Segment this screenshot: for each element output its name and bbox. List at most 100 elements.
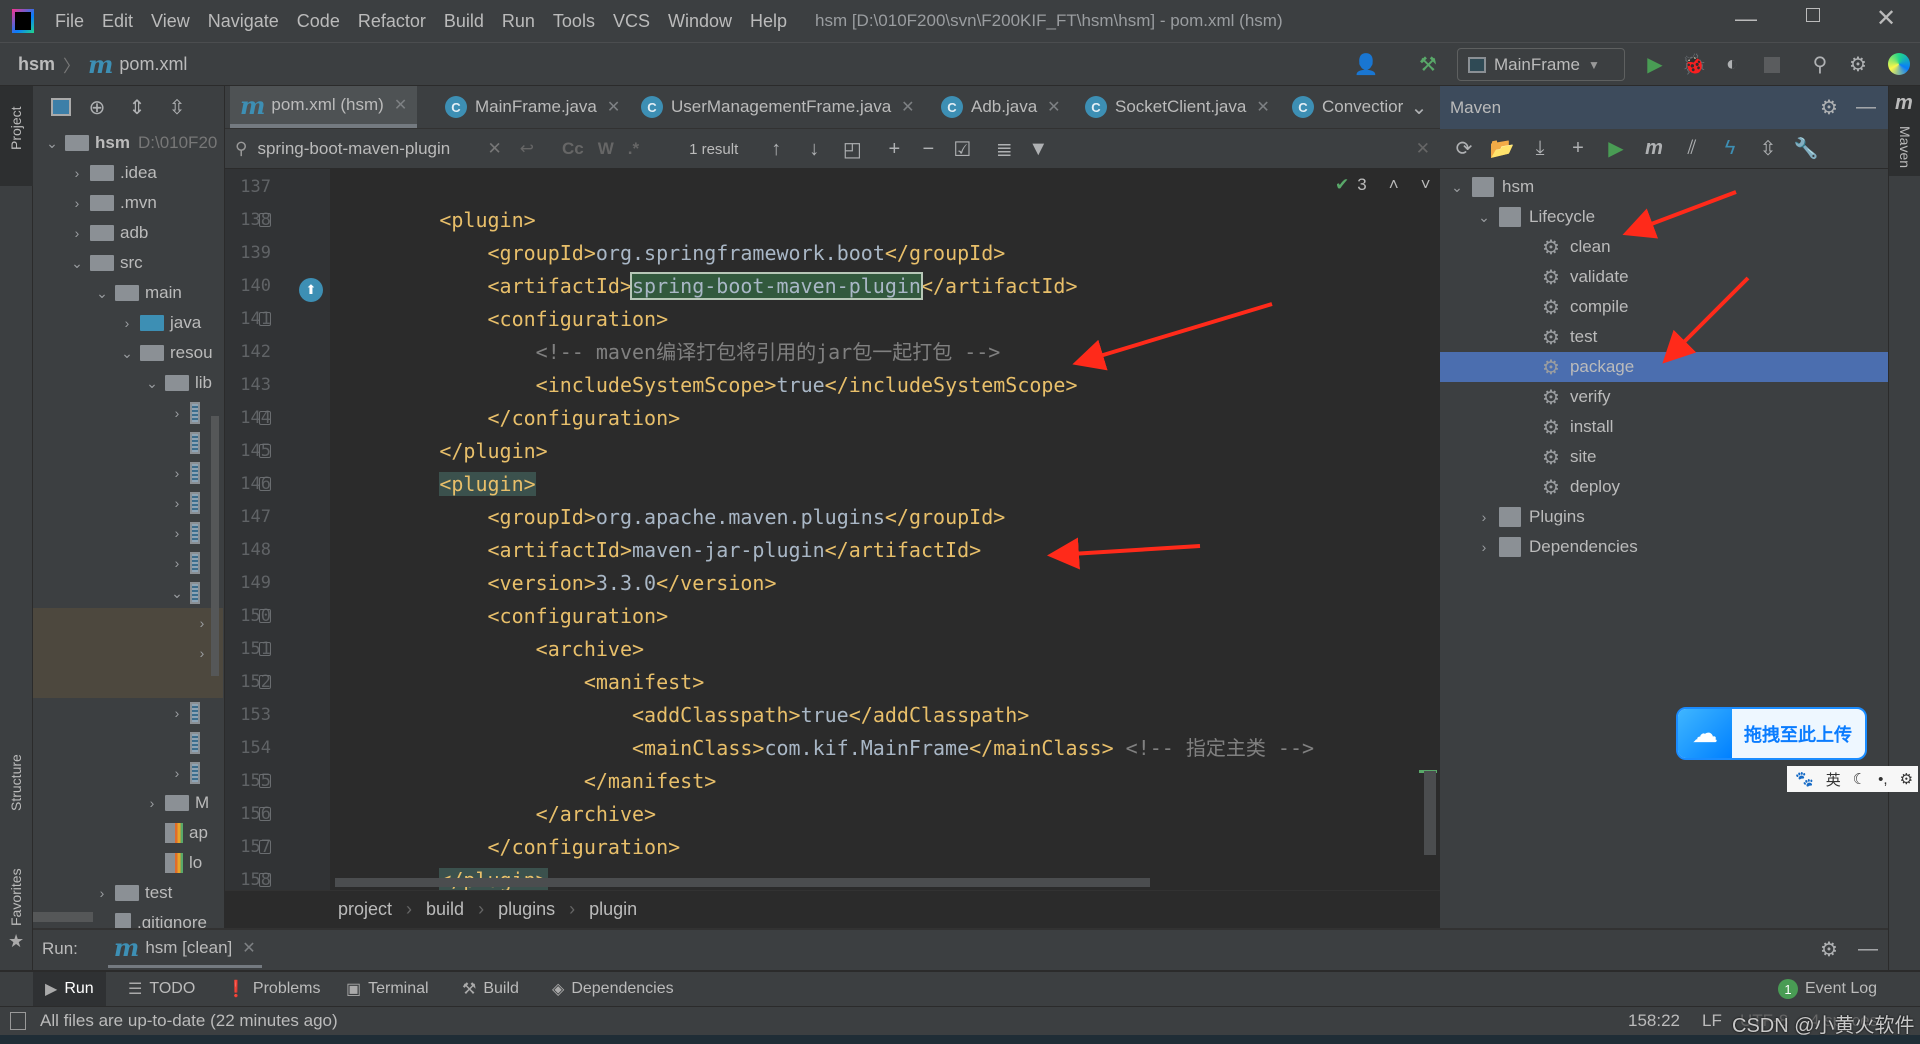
menu-navigate[interactable]: Navigate — [199, 11, 288, 32]
maven-settings-icon[interactable]: ⚙ — [1815, 93, 1843, 121]
breadcrumb-project[interactable]: hsm — [18, 54, 55, 75]
chevron-right-icon[interactable]: › — [68, 195, 86, 211]
tool-tab-dependencies[interactable]: ◈ Dependencies — [552, 972, 674, 1006]
fold-marker-icon[interactable] — [259, 213, 271, 227]
fold-marker-icon[interactable] — [259, 642, 271, 656]
project-tree-item[interactable]: › — [168, 548, 206, 578]
regex-toggle[interactable]: .* — [628, 139, 639, 159]
search-icon[interactable]: ⚲ — [1806, 50, 1834, 78]
fold-marker-icon[interactable] — [259, 477, 271, 491]
run-hide-icon[interactable]: — — [1854, 935, 1882, 963]
implemented-gutter-icon[interactable]: ⬆ — [299, 278, 323, 302]
chevron-down-icon[interactable]: ⌄ — [93, 285, 111, 302]
project-tree-item[interactable]: › — [168, 488, 206, 518]
project-tree-item[interactable]: › test — [93, 878, 173, 908]
chevron-down-icon[interactable]: ⌄ — [118, 345, 136, 362]
menu-window[interactable]: Window — [659, 11, 741, 32]
toolbox-icon[interactable] — [1888, 53, 1910, 75]
whole-words-toggle[interactable]: W — [598, 139, 614, 159]
chevron-right-icon[interactable]: › — [168, 705, 186, 721]
project-tree-item[interactable]: › — [168, 518, 206, 548]
ime-settings-icon[interactable]: ⚙ — [1900, 770, 1913, 788]
tab-adb[interactable]: C Adb.java ✕ — [931, 86, 1071, 128]
chevron-right-icon[interactable]: › — [93, 885, 111, 901]
project-tree-item[interactable]: ⌄ src — [68, 248, 143, 278]
chevron-right-icon[interactable]: › — [168, 495, 186, 511]
menu-tools[interactable]: Tools — [544, 11, 604, 32]
project-tree-item[interactable]: › .mvn — [68, 188, 157, 218]
menu-run[interactable]: Run — [493, 11, 544, 32]
chevron-right-icon[interactable]: › — [68, 165, 86, 181]
filter-search-icon[interactable]: ≣ — [990, 135, 1018, 163]
maven-tree-item-site[interactable]: ⚙ site — [1502, 442, 1596, 472]
debug-icon[interactable]: 🐞 — [1680, 50, 1708, 78]
close-tab-icon[interactable]: ✕ — [394, 95, 407, 115]
menu-file[interactable]: File — [46, 11, 93, 32]
coverage-icon[interactable]: ◐ — [1718, 50, 1746, 78]
project-tree-item[interactable]: .gitignore — [93, 908, 207, 928]
inspection-widget[interactable]: ✔ 3 ˄ ˅ — [1335, 175, 1431, 195]
maven-tree-item-dependencies[interactable]: › Dependencies — [1475, 532, 1638, 562]
project-tree-item[interactable] — [193, 668, 211, 698]
project-tree-item[interactable]: › — [193, 638, 211, 668]
maven-tree-item-package[interactable]: ⚙ package — [1502, 352, 1634, 382]
more-tabs-chevron-icon[interactable]: ⌄ — [1405, 93, 1433, 121]
menu-vcs[interactable]: VCS — [604, 11, 659, 32]
project-tree-item[interactable]: › — [168, 698, 206, 728]
tab-convectior[interactable]: C Convectior — [1282, 86, 1413, 128]
menu-code[interactable]: Code — [288, 11, 349, 32]
project-tree-item[interactable]: ⌄ lib — [143, 368, 212, 398]
run-config-select[interactable]: MainFrame ▼ — [1457, 48, 1625, 81]
cloud-upload-widget[interactable]: ☁ 拖拽至此上传 — [1676, 707, 1867, 760]
favorites-tool-button[interactable]: Favorites — [8, 868, 24, 926]
maven-tree-item-compile[interactable]: ⚙ compile — [1502, 292, 1629, 322]
project-tree-item[interactable]: ⌄ hsm D:\010F20 — [43, 128, 217, 158]
tool-tab-run[interactable]: ▶ Run — [33, 972, 106, 1006]
fold-marker-icon[interactable] — [259, 873, 271, 887]
collapse-all-icon[interactable]: ⇳ — [1754, 135, 1782, 163]
chevron-right-icon[interactable]: › — [193, 645, 211, 661]
fold-marker-icon[interactable] — [259, 774, 271, 788]
project-tree-item[interactable]: ⌄ — [168, 578, 206, 608]
close-tab-icon[interactable]: ✕ — [1256, 97, 1269, 117]
add-occurrence-icon[interactable]: + — [880, 135, 908, 163]
project-tree-item[interactable]: › M — [143, 788, 210, 818]
stop-icon[interactable] — [1764, 57, 1780, 73]
tab-mainframe[interactable]: C MainFrame.java ✕ — [435, 86, 630, 128]
fold-marker-icon[interactable] — [259, 312, 271, 326]
maven-tree-item-validate[interactable]: ⚙ validate — [1502, 262, 1629, 292]
build-hammer-icon[interactable]: ⚒ — [1414, 50, 1442, 78]
chevron-right-icon[interactable]: › — [168, 465, 186, 481]
chevron-down-icon[interactable]: ⌄ — [68, 255, 86, 272]
menu-edit[interactable]: Edit — [93, 11, 142, 32]
moon-icon[interactable]: ☾ — [1853, 770, 1866, 788]
status-window-icon[interactable] — [10, 1012, 26, 1030]
maven-tree-item-verify[interactable]: ⚙ verify — [1502, 382, 1611, 412]
select-all-occurrences-icon[interactable]: ◰ — [838, 135, 866, 163]
expand-all-icon[interactable]: ⇕ — [123, 93, 151, 121]
run-icon[interactable]: ▶ — [1641, 50, 1669, 78]
chevron-down-icon[interactable]: ⌄ — [1475, 209, 1493, 226]
project-tree-item[interactable]: › — [168, 398, 206, 428]
add-icon[interactable]: + — [1564, 135, 1592, 163]
generate-sources-icon[interactable]: 📂 — [1488, 135, 1516, 163]
previous-highlight-icon[interactable]: ˄ — [1389, 175, 1399, 195]
vertical-scrollbar[interactable] — [1424, 771, 1436, 855]
chevron-right-icon[interactable]: › — [118, 315, 136, 331]
project-tree-item[interactable]: › — [168, 458, 206, 488]
tool-tab-build[interactable]: ⚒ Build — [462, 972, 519, 1006]
execute-goal-icon[interactable]: m — [1640, 135, 1668, 163]
project-tree-item[interactable]: ⌄ resou — [118, 338, 212, 368]
caret-position[interactable]: 158:22 — [1628, 1011, 1680, 1031]
close-tab-icon[interactable]: ✕ — [607, 97, 620, 117]
breadcrumb-item[interactable]: project — [338, 899, 392, 920]
previous-occurrence-icon[interactable]: ↑ — [762, 135, 790, 163]
close-tab-icon[interactable]: ✕ — [242, 938, 255, 958]
maven-tree-item-hsm[interactable]: ⌄ hsm — [1448, 172, 1534, 202]
run-settings-icon[interactable]: ⚙ — [1815, 935, 1843, 963]
chevron-down-icon[interactable]: ⌄ — [168, 585, 186, 602]
menu-help[interactable]: Help — [741, 11, 796, 32]
project-tree-item[interactable]: › java — [118, 308, 202, 338]
project-tool-button[interactable]: Project — [8, 106, 24, 150]
maven-tree-item-deploy[interactable]: ⚙ deploy — [1502, 472, 1620, 502]
